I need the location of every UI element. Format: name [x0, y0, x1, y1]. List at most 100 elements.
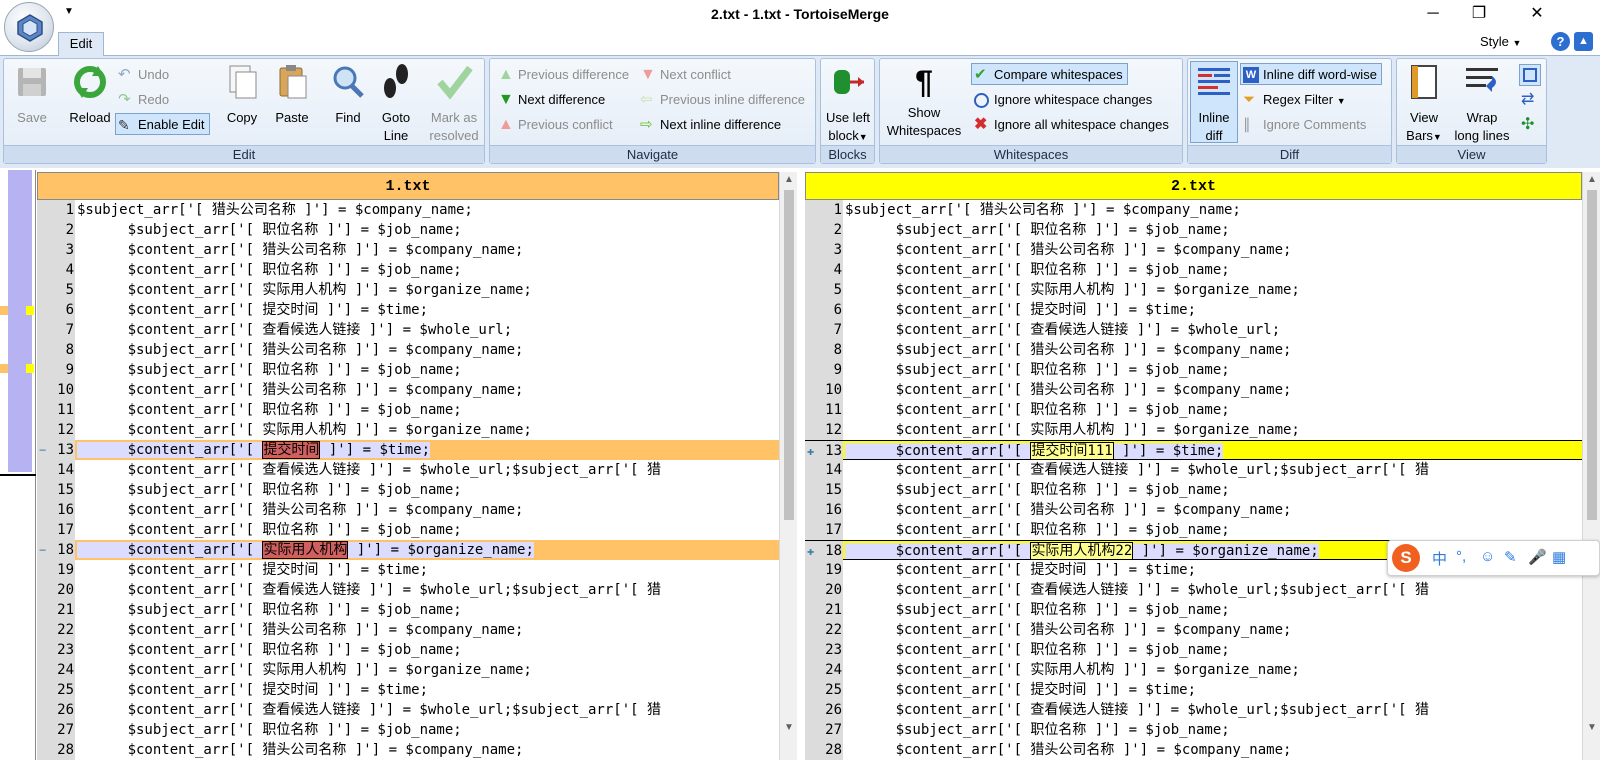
locator-bar[interactable] — [0, 170, 36, 760]
code-line[interactable]: 12 $content_arr['[ 实际用人机构 ]'] = $organiz… — [37, 420, 779, 440]
code-line[interactable]: 16 $content_arr['[ 猎头公司名称 ]'] = $company… — [805, 500, 1582, 520]
code-line[interactable]: 22 $content_arr['[ 猎头公司名称 ]'] = $company… — [805, 620, 1582, 640]
code-line[interactable]: 4 $content_arr['[ 职位名称 ]'] = $job_name; — [37, 260, 779, 280]
code-line[interactable]: 1 $subject_arr['[ 猎头公司名称 ]'] = $company_n… — [37, 200, 779, 220]
code-line[interactable]: 20 $content_arr['[ 查看候选人链接 ]'] = $whole_… — [805, 580, 1582, 600]
code-line[interactable]: 6 $content_arr['[ 提交时间 ]'] = $time; — [37, 300, 779, 320]
code-line[interactable]: 25 $content_arr['[ 提交时间 ]'] = $time; — [805, 680, 1582, 700]
code-line[interactable]: 27 $subject_arr['[ 职位名称 ]'] = $job_name; — [805, 720, 1582, 740]
code-line[interactable]: 26 $content_arr['[ 查看候选人链接 ]'] = $whole_… — [37, 700, 779, 720]
redo-button[interactable]: ↷ Redo — [116, 89, 169, 111]
right-pane-lines[interactable]: 1 $subject_arr['[ 猎头公司名称 ]'] = $company_n… — [805, 200, 1582, 760]
code-line[interactable]: 13 ✚ $content_arr['[ 提交时间111 ]'] = $time; — [805, 440, 1582, 461]
tab-edit[interactable]: Edit — [58, 32, 104, 57]
show-whitespaces-button[interactable]: ¶ Show Whitespaces — [884, 62, 964, 140]
code-line[interactable]: 11 $content_arr['[ 职位名称 ]'] = $job_name; — [805, 400, 1582, 420]
right-scrollbar[interactable]: ▲ ▼ — [1582, 172, 1600, 760]
ignore-whitespace-changes-button[interactable]: Ignore whitespace changes — [972, 89, 1152, 111]
code-line[interactable]: 3 $content_arr['[ 猎头公司名称 ]'] = $company_… — [805, 240, 1582, 260]
code-line[interactable]: 20 $content_arr['[ 查看候选人链接 ]'] = $whole_… — [37, 580, 779, 600]
microphone-icon[interactable]: 🎤 — [1528, 548, 1547, 566]
scroll-down-icon[interactable]: ▼ — [1583, 722, 1600, 733]
help-icon[interactable]: ? — [1551, 32, 1570, 51]
inline-diff-button[interactable]: Inline diff — [1190, 61, 1238, 143]
code-line[interactable]: 16 $content_arr['[ 猎头公司名称 ]'] = $company… — [37, 500, 779, 520]
code-line[interactable]: 24 $content_arr['[ 实际用人机构 ]'] = $organiz… — [805, 660, 1582, 680]
toolbox-icon[interactable]: ▦ — [1552, 548, 1566, 566]
code-line[interactable]: 1 $subject_arr['[ 猎头公司名称 ]'] = $company_n… — [805, 200, 1582, 220]
code-line[interactable]: 5 $content_arr['[ 实际用人机构 ]'] = $organize… — [805, 280, 1582, 300]
code-line[interactable]: 23 $content_arr['[ 职位名称 ]'] = $job_name; — [805, 640, 1582, 660]
swap-panes-icon[interactable]: ⇄ — [1521, 89, 1534, 109]
code-line[interactable]: 27 $subject_arr['[ 职位名称 ]'] = $job_name; — [37, 720, 779, 740]
scroll-thumb[interactable] — [784, 190, 794, 520]
minimize-button[interactable]: ─ — [1410, 0, 1456, 28]
view-bars-button[interactable]: View Bars▼ — [1400, 62, 1448, 146]
code-line[interactable]: 2 $subject_arr['[ 职位名称 ]'] = $job_name; — [805, 220, 1582, 240]
code-line[interactable]: 23 $content_arr['[ 职位名称 ]'] = $job_name; — [37, 640, 779, 660]
next-conflict-button[interactable]: ▼ Next conflict — [638, 64, 731, 86]
close-button[interactable]: ✕ — [1514, 0, 1560, 28]
ribbon-collapse-icon[interactable]: ▲ — [1574, 32, 1593, 51]
maximize-button[interactable]: ❐ — [1456, 0, 1502, 28]
left-scrollbar[interactable]: ▲ ▼ — [779, 172, 797, 760]
layout-panes-icon[interactable] — [1519, 64, 1541, 86]
save-button[interactable]: Save — [10, 62, 54, 127]
paste-button[interactable]: Paste — [268, 62, 316, 127]
left-pane-lines[interactable]: 1 $subject_arr['[ 猎头公司名称 ]'] = $company_n… — [37, 200, 779, 760]
emoji-icon[interactable]: ☺ — [1480, 548, 1495, 565]
code-line[interactable]: 6 $content_arr['[ 提交时间 ]'] = $time; — [805, 300, 1582, 320]
code-line[interactable]: 21 $subject_arr['[ 职位名称 ]'] = $job_name; — [37, 600, 779, 620]
scroll-up-icon[interactable]: ▲ — [780, 174, 798, 185]
scroll-down-icon[interactable]: ▼ — [780, 722, 798, 733]
code-line[interactable]: 14 $content_arr['[ 查看候选人链接 ]'] = $whole_… — [37, 460, 779, 480]
ignore-comments-button[interactable]: ∥ Ignore Comments — [1241, 114, 1366, 136]
code-line[interactable]: 15 $subject_arr['[ 职位名称 ]'] = $job_name; — [805, 480, 1582, 500]
app-menu-button[interactable] — [4, 2, 54, 52]
code-line[interactable]: 12 $content_arr['[ 实际用人机构 ]'] = $organiz… — [805, 420, 1582, 440]
code-line[interactable]: 25 $content_arr['[ 提交时间 ]'] = $time; — [37, 680, 779, 700]
code-line[interactable]: 9 $subject_arr['[ 职位名称 ]'] = $job_name; — [37, 360, 779, 380]
code-line[interactable]: 17 $content_arr['[ 职位名称 ]'] = $job_name; — [37, 520, 779, 540]
code-line[interactable]: 17 $content_arr['[ 职位名称 ]'] = $job_name; — [805, 520, 1582, 540]
code-line[interactable]: 9 $subject_arr['[ 职位名称 ]'] = $job_name; — [805, 360, 1582, 380]
code-line[interactable]: 19 $content_arr['[ 提交时间 ]'] = $time; — [37, 560, 779, 580]
code-line[interactable]: 3 $content_arr['[ 猎头公司名称 ]'] = $company_… — [37, 240, 779, 260]
code-line[interactable]: 13− $content_arr['[ 提交时间 ]'] = $time; — [37, 440, 779, 460]
code-line[interactable]: 18− $content_arr['[ 实际用人机构 ]'] = $organi… — [37, 540, 779, 560]
code-line[interactable]: 7 $content_arr['[ 查看候选人链接 ]'] = $whole_u… — [37, 320, 779, 340]
code-line[interactable]: 10 $content_arr['[ 猎头公司名称 ]'] = $company… — [805, 380, 1582, 400]
code-line[interactable]: 10 $content_arr['[ 猎头公司名称 ]'] = $company… — [37, 380, 779, 400]
code-line[interactable]: 22 $content_arr['[ 猎头公司名称 ]'] = $company… — [37, 620, 779, 640]
code-line[interactable]: 28 $content_arr['[ 猎头公司名称 ]'] = $company… — [805, 740, 1582, 760]
code-line[interactable]: 14 $content_arr['[ 查看候选人链接 ]'] = $whole_… — [805, 460, 1582, 480]
next-inline-difference-button[interactable]: ⇨ Next inline difference — [638, 114, 781, 136]
use-left-block-button[interactable]: Use left block▼ — [823, 62, 873, 146]
inline-diff-word-wise-button[interactable]: W Inline diff word-wise — [1240, 63, 1382, 85]
style-menu[interactable]: Style ▼ — [1480, 34, 1521, 49]
undo-button[interactable]: ↶ Undo — [116, 64, 169, 86]
next-difference-button[interactable]: ▼ Next difference — [496, 89, 605, 111]
wrap-long-lines-button[interactable]: Wrap long lines — [1449, 62, 1515, 145]
code-line[interactable]: 21 $subject_arr['[ 职位名称 ]'] = $job_name; — [805, 600, 1582, 620]
compare-whitespaces-button[interactable]: ✔ Compare whitespaces — [971, 63, 1128, 85]
code-line[interactable]: 24 $content_arr['[ 实际用人机构 ]'] = $organiz… — [37, 660, 779, 680]
code-line[interactable]: 5 $content_arr['[ 实际用人机构 ]'] = $organize… — [37, 280, 779, 300]
collapse-sections-icon[interactable]: ✣ — [1521, 114, 1534, 134]
code-line[interactable]: 11 $content_arr['[ 职位名称 ]'] = $job_name; — [37, 400, 779, 420]
previous-inline-difference-button[interactable]: ⇦ Previous inline difference — [638, 89, 805, 111]
ime-mode-label[interactable]: 中 — [1432, 548, 1447, 569]
enable-edit-button[interactable]: ✎ Enable Edit — [115, 113, 210, 135]
reload-button[interactable]: Reload — [64, 62, 116, 127]
code-line[interactable]: 8 $subject_arr['[ 猎头公司名称 ]'] = $company_… — [37, 340, 779, 360]
code-line[interactable]: 28 $content_arr['[ 猎头公司名称 ]'] = $company… — [37, 740, 779, 760]
previous-conflict-button[interactable]: ▲ Previous conflict — [496, 114, 613, 136]
find-button[interactable]: Find — [326, 62, 370, 127]
code-line[interactable]: 26 $content_arr['[ 查看候选人链接 ]'] = $whole_… — [805, 700, 1582, 720]
sogou-logo-icon[interactable]: S — [1392, 544, 1420, 572]
code-line[interactable]: 4 $content_arr['[ 职位名称 ]'] = $job_name; — [805, 260, 1582, 280]
pen-icon[interactable]: ✎ — [1504, 548, 1517, 566]
regex-filter-button[interactable]: ⏷ Regex Filter ▼ — [1241, 89, 1346, 111]
scroll-thumb[interactable] — [1587, 190, 1597, 520]
previous-difference-button[interactable]: ▲ Previous difference — [496, 64, 629, 86]
